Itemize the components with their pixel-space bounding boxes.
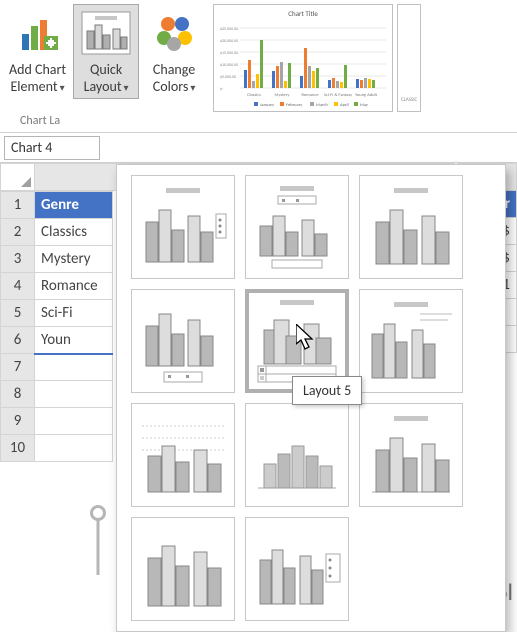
cursor-icon — [296, 324, 318, 352]
change-colors-label: ChangeColors — [153, 61, 195, 95]
change-colors-button[interactable]: ChangeColors▾ — [141, 4, 207, 99]
svg-text:$10,000.00: $10,000.00 — [220, 63, 238, 68]
tooltip-label: Layout 5 — [303, 382, 351, 399]
svg-text:$-: $- — [220, 87, 224, 92]
cell[interactable]: Mystery — [35, 246, 113, 273]
svg-text:January: January — [260, 103, 274, 108]
layout-option-9[interactable] — [359, 403, 463, 507]
name-box-row: Chart 4 — [0, 133, 517, 163]
change-colors-icon — [146, 7, 202, 59]
cell[interactable] — [35, 435, 113, 462]
row-header[interactable]: 2 — [1, 219, 35, 246]
layout-option-10[interactable] — [131, 517, 235, 621]
svg-text:Young Adult: Young Adult — [355, 93, 377, 98]
svg-text:March: March — [316, 103, 328, 108]
cell[interactable] — [35, 381, 113, 408]
cell[interactable]: Romance — [35, 273, 113, 300]
select-all-corner[interactable] — [1, 164, 35, 191]
chart-preview-right-label: CLASSIC — [398, 97, 420, 103]
row-header[interactable]: 6 — [1, 327, 35, 354]
add-chart-element-button[interactable]: Add ChartElement▾ — [4, 4, 71, 99]
row-header[interactable]: 4 — [1, 273, 35, 300]
cell[interactable] — [35, 408, 113, 435]
cell-genre-header[interactable]: Genre — [35, 192, 113, 219]
svg-text:May: May — [360, 103, 368, 108]
layout-option-6[interactable] — [359, 289, 463, 393]
cell[interactable] — [35, 354, 113, 381]
svg-text:February: February — [286, 103, 302, 108]
svg-text:April: April — [340, 103, 349, 108]
row-header[interactable]: 8 — [1, 381, 35, 408]
row-header[interactable]: 9 — [1, 408, 35, 435]
layout-option-8[interactable] — [245, 403, 349, 507]
layout-option-2[interactable] — [245, 175, 349, 279]
layout-option-4[interactable] — [131, 289, 235, 393]
svg-text:$5,000.00: $5,000.00 — [220, 75, 236, 80]
row-header[interactable]: 10 — [1, 435, 35, 462]
chart-style-preview-1[interactable]: Chart Title $25,000.00 $20,000.00 $15,000… — [213, 4, 393, 112]
ribbon-group-label: Chart La — [20, 114, 60, 128]
add-chart-element-label: Add ChartElement — [9, 61, 66, 95]
dropdown-icon: ▾ — [60, 81, 65, 94]
quick-layout-icon — [78, 7, 134, 59]
quick-layout-button[interactable]: QuickLayout▾ — [73, 4, 139, 99]
chart-style-preview-2[interactable]: CLASSIC — [397, 4, 421, 112]
chart-preview-title: Chart Title — [218, 9, 388, 18]
name-box[interactable]: Chart 4 — [4, 136, 100, 160]
layout-option-3[interactable] — [359, 175, 463, 279]
svg-text:$20,000.00: $20,000.00 — [220, 39, 238, 44]
cell[interactable]: Youn — [35, 327, 113, 354]
cell[interactable]: Sci-Fi — [35, 300, 113, 327]
row-header[interactable]: 3 — [1, 246, 35, 273]
svg-text:Classics: Classics — [247, 93, 261, 98]
svg-text:$15,000.00: $15,000.00 — [220, 51, 238, 56]
layout-option-11[interactable] — [245, 517, 349, 621]
row-header[interactable]: 5 — [1, 300, 35, 327]
layout-option-1[interactable] — [131, 175, 235, 279]
quick-layout-label: QuickLayout — [84, 61, 123, 95]
dropdown-icon: ▾ — [124, 81, 129, 94]
dropdown-icon: ▾ — [190, 81, 195, 94]
name-box-value: Chart 4 — [11, 139, 52, 156]
layout-option-7[interactable] — [131, 403, 235, 507]
svg-text:Mystery: Mystery — [275, 93, 290, 98]
tooltip: Layout 5 — [292, 376, 362, 405]
cell[interactable]: Classics — [35, 219, 113, 246]
row-header[interactable]: 7 — [1, 354, 35, 381]
svg-text:Sci-Fi & Fantasy: Sci-Fi & Fantasy — [324, 93, 352, 98]
svg-text:Romance: Romance — [302, 93, 320, 98]
ribbon: Add ChartElement▾ QuickLayout▾ — [0, 0, 517, 133]
add-chart-element-icon — [10, 7, 66, 59]
row-header[interactable]: 1 — [1, 192, 35, 219]
svg-text:$25,000.00: $25,000.00 — [220, 27, 238, 32]
